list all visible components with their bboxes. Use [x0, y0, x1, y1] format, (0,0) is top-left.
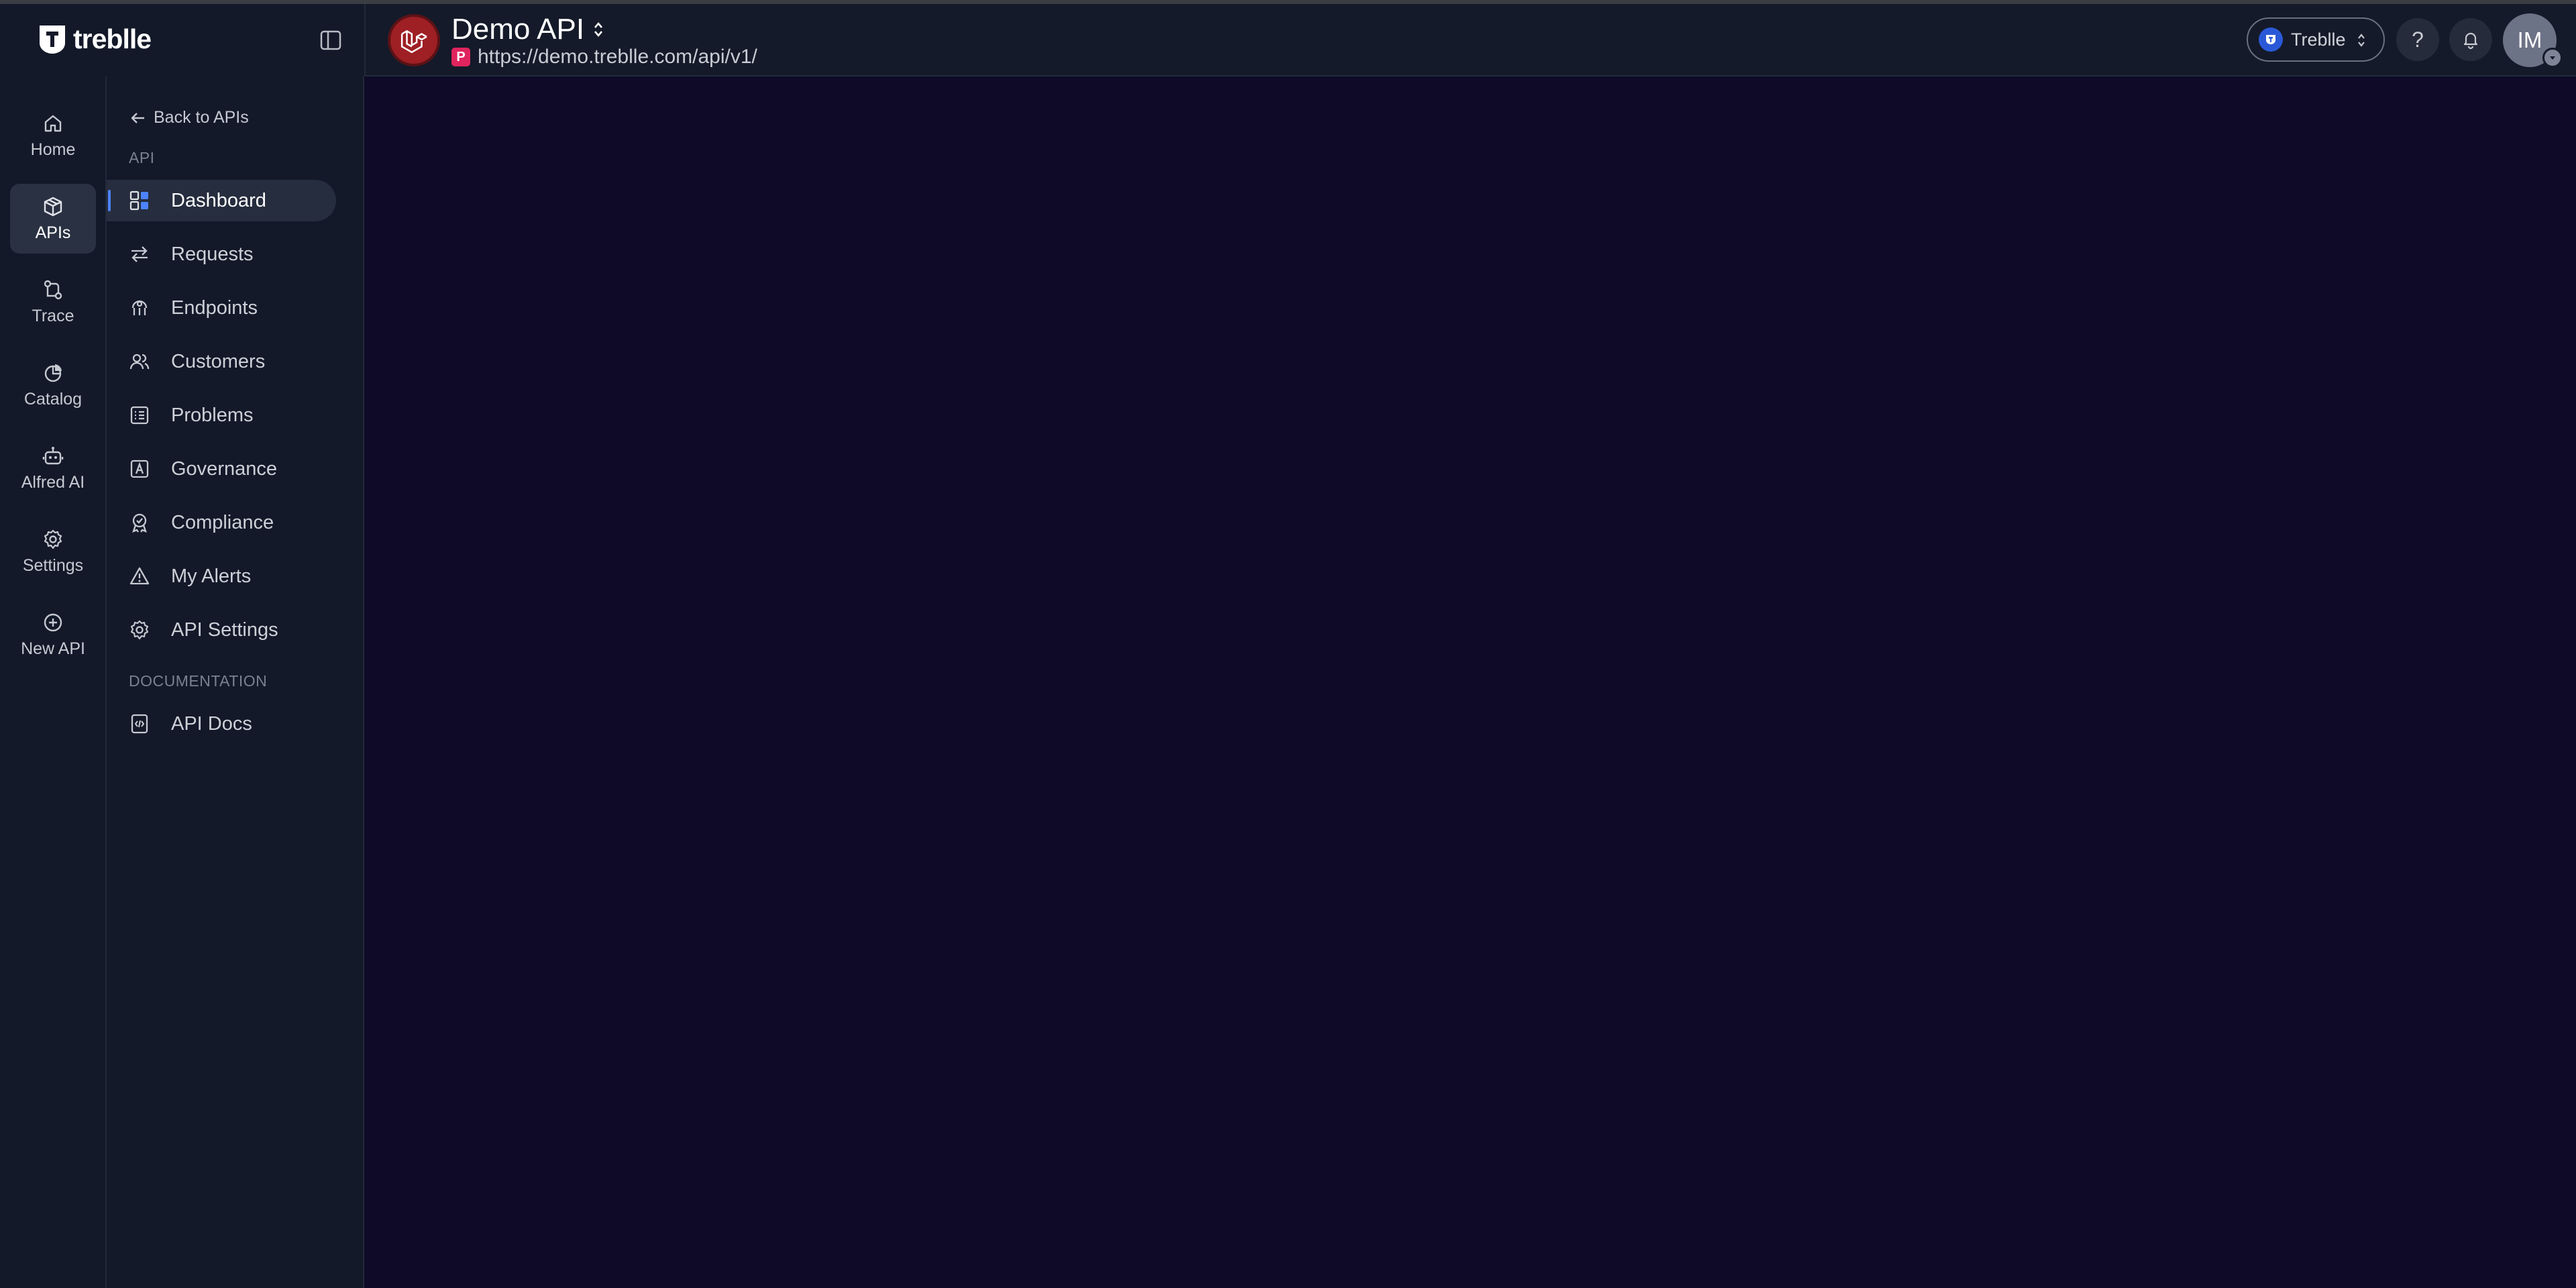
nav-item-problems[interactable]: Problems: [107, 394, 336, 436]
api-name: Demo API: [451, 13, 585, 46]
trace-icon: [44, 280, 62, 299]
rail-item-home[interactable]: Home: [10, 101, 96, 170]
catalog-icon: [44, 364, 62, 382]
top-header: Demo API P https://demo.treblle.com/api/…: [364, 4, 2576, 76]
rail-item-apis[interactable]: APIs: [10, 184, 96, 254]
nav-item-dashboard[interactable]: Dashboard: [107, 180, 336, 221]
api-base-url[interactable]: https://demo.treblle.com/api/v1/: [478, 46, 757, 68]
home-icon: [44, 115, 62, 131]
rail-item-settings[interactable]: Settings: [10, 517, 96, 586]
nav-item-compliance[interactable]: Compliance: [107, 502, 336, 543]
nav-item-governance[interactable]: Governance: [107, 448, 336, 490]
nav-item-customers[interactable]: Customers: [107, 341, 336, 382]
laravel-icon: [400, 30, 427, 54]
cube-icon: [44, 197, 62, 216]
arrows-icon: [131, 246, 148, 262]
arrow-left-icon: [131, 112, 144, 123]
workspace-name: Treblle: [2291, 29, 2346, 50]
primary-nav-rail: Home APIs Trace Catalog Alfred AI Settin…: [0, 76, 107, 1288]
robot-icon: [42, 446, 64, 464]
gear-icon: [44, 529, 62, 549]
governance-icon: [130, 460, 149, 478]
nav-item-my-alerts[interactable]: My Alerts: [107, 555, 336, 597]
treblle-logo[interactable]: treblle: [37, 23, 152, 55]
brand-area: treblle: [0, 4, 364, 76]
plus-circle-icon: [44, 613, 62, 631]
back-to-apis-link[interactable]: Back to APIs: [129, 108, 249, 127]
docs-icon: [131, 714, 148, 734]
nav-item-requests[interactable]: Requests: [107, 233, 336, 275]
section-label-documentation: DOCUMENTATION: [129, 672, 268, 690]
question-mark-icon: ?: [2412, 27, 2424, 52]
workspace-logo-icon: [2259, 28, 2283, 52]
section-label-api: API: [129, 149, 155, 166]
nav-item-api-settings[interactable]: API Settings: [107, 609, 336, 651]
main-content-area: [364, 76, 2576, 1288]
avatar-dropdown-chevron[interactable]: [2542, 48, 2563, 68]
nav-item-endpoints[interactable]: Endpoints: [107, 287, 336, 329]
api-url-row: P https://demo.treblle.com/api/v1/: [451, 46, 757, 68]
rail-item-alfred-ai[interactable]: Alfred AI: [10, 433, 96, 503]
treblle-logo-icon: [40, 25, 65, 54]
api-switcher[interactable]: Demo API: [451, 13, 604, 46]
environment-badge: P: [451, 48, 470, 66]
sidebar-toggle-icon: [320, 30, 341, 50]
sort-chevrons-icon: [2358, 34, 2365, 47]
rail-item-trace[interactable]: Trace: [10, 267, 96, 337]
users-icon: [129, 354, 150, 370]
gear-icon: [130, 620, 149, 640]
endpoints-icon: [131, 300, 148, 315]
badge-icon: [132, 513, 147, 533]
rail-item-new-api[interactable]: New API: [10, 600, 96, 669]
workspace-switcher-button[interactable]: Treblle: [2247, 17, 2385, 62]
chevron-down-icon: [2550, 56, 2555, 60]
list-icon: [130, 406, 149, 425]
avatar-initials: IM: [2517, 28, 2542, 52]
rail-item-catalog[interactable]: Catalog: [10, 350, 96, 420]
nav-item-api-docs[interactable]: API Docs: [107, 703, 336, 745]
sidebar-toggle-button[interactable]: [319, 29, 342, 52]
warning-icon: [129, 567, 150, 585]
api-logo-badge[interactable]: [388, 14, 440, 66]
help-button[interactable]: ?: [2396, 18, 2439, 61]
dashboard-icon: [129, 191, 148, 211]
notifications-button[interactable]: [2449, 18, 2492, 61]
bell-icon: [2463, 32, 2478, 50]
api-sub-navigation: Back to APIs API Dashboard Requests Endp…: [107, 76, 364, 1288]
sort-chevrons-icon: [594, 21, 603, 38]
brand-name: treblle: [73, 23, 152, 54]
